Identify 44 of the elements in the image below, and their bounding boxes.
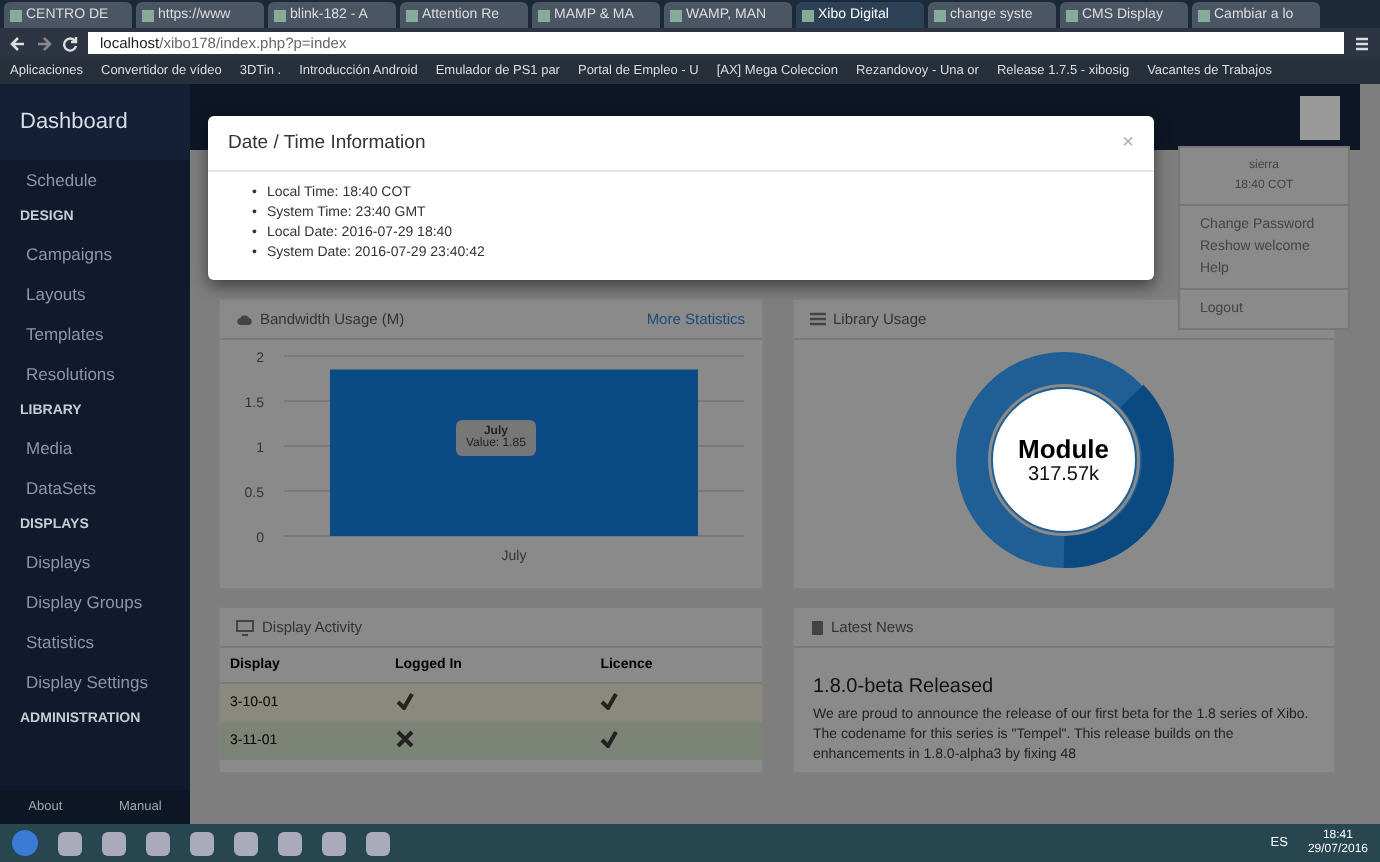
forward-icon[interactable] [36,35,52,51]
menu-icon[interactable] [1354,35,1370,51]
taskbar-app-icon[interactable] [58,831,82,855]
taskbar-app-icon[interactable] [146,831,170,855]
book-icon [809,619,823,635]
sidebar-item[interactable]: Layouts [0,274,190,314]
news-headline: 1.8.0-beta Released [813,676,996,698]
favicon-icon [10,9,22,21]
dialog-title: Date / Time Information [228,132,426,154]
sidebar-item[interactable]: Statistics [0,622,190,662]
sidebar-item[interactable]: Display Groups [0,582,190,622]
taskbar-app-icon[interactable] [234,831,258,855]
favicon-icon [538,9,550,21]
favicon-icon [142,9,154,21]
taskbar-app-icon[interactable] [366,831,390,855]
sidebar-item[interactable]: Media [0,428,190,468]
donut-label: Module [1018,434,1109,464]
donut-value: 317.57k [1027,464,1100,486]
back-icon[interactable] [10,35,26,51]
taskbar-app-icon[interactable] [190,831,214,855]
cloud-icon [236,312,252,326]
reload-icon[interactable] [62,35,78,51]
sidebar-item[interactable]: Resolutions [0,354,190,394]
sidebar-item[interactable]: DataSets [0,468,190,508]
sidebar-item[interactable]: Displays [0,542,190,582]
favicon-icon [1198,9,1210,21]
sidebar-title[interactable]: Dashboard [0,84,190,160]
taskbar-app-icon[interactable] [322,831,346,855]
monitor-icon [236,619,254,635]
sidebar-item[interactable]: Templates [0,314,190,354]
favicon-icon [934,9,946,21]
avatar-icon[interactable] [1300,95,1340,139]
start-icon[interactable] [12,830,38,856]
favicon-icon [274,9,286,21]
favicon-icon [406,9,418,21]
taskbar-app-icon[interactable] [278,831,302,855]
sidebar-item[interactable]: Campaigns [0,234,190,274]
list-icon [809,312,825,326]
favicon-icon [670,9,682,21]
favicon-icon [1066,9,1078,21]
taskbar-app-icon[interactable] [102,831,126,855]
sidebar-item[interactable]: Schedule [0,160,190,200]
favicon-icon [802,9,814,21]
sidebar-item[interactable]: Display Settings [0,662,190,702]
